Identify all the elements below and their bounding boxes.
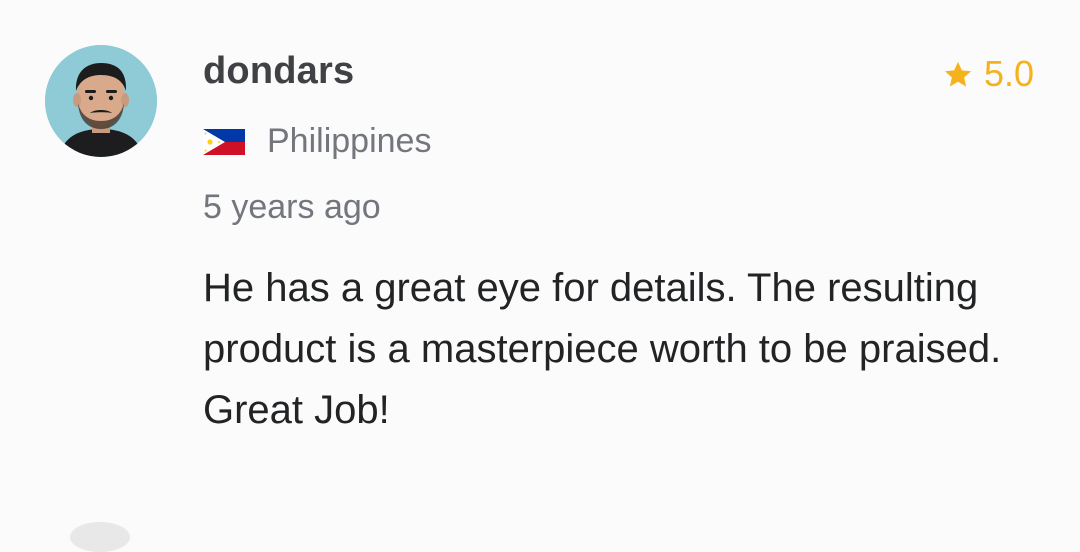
star-icon [942, 58, 974, 90]
next-review-avatar-edge [70, 522, 130, 552]
philippines-flag-icon [203, 128, 245, 155]
country-name: Philippines [267, 122, 432, 160]
username[interactable]: dondars [203, 50, 354, 93]
user-avatar-icon[interactable] [45, 45, 157, 157]
rating: 5.0 [942, 53, 1034, 95]
country: Philippines [203, 122, 431, 161]
rating-value: 5.0 [983, 53, 1034, 94]
review-time: 5 years ago [203, 188, 381, 226]
review-card: dondars 5.0 Philippines 5 years ago He h… [0, 0, 1080, 552]
review-text: He has a great eye for details. The resu… [203, 266, 1002, 432]
